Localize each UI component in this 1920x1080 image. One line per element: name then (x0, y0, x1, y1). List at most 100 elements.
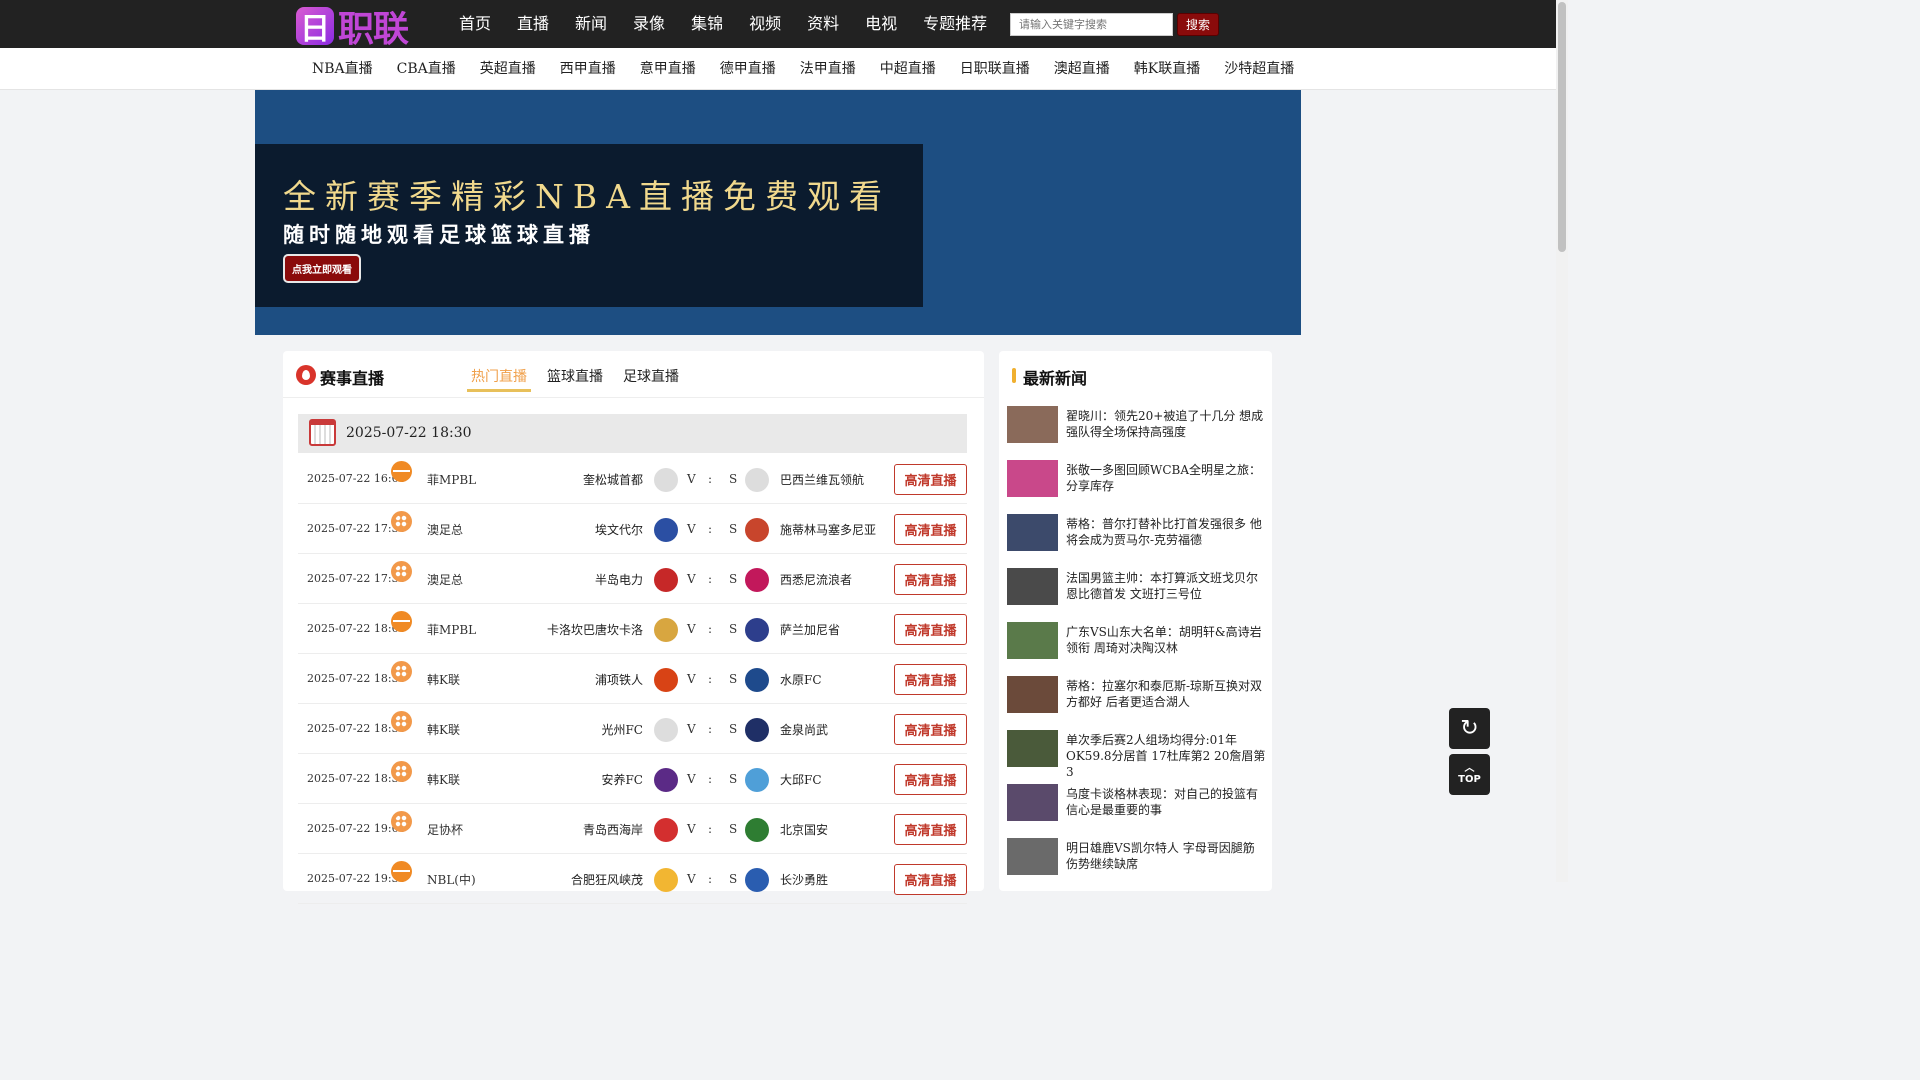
news-thumbnail[interactable] (1007, 730, 1058, 767)
match-league[interactable]: 菲MPBL (427, 621, 476, 638)
away-team[interactable]: 巴西兰维瓦领航 (780, 471, 864, 488)
hd-live-button[interactable]: 高清直播 (894, 464, 967, 495)
home-team[interactable]: 光州FC (601, 721, 643, 738)
site-logo[interactable]: 日 职联 (296, 4, 438, 50)
news-thumbnail[interactable] (1007, 784, 1058, 821)
hd-live-button[interactable]: 高清直播 (894, 864, 967, 895)
away-team[interactable]: 长沙勇胜 (780, 871, 828, 888)
news-item[interactable]: 广东VS山东大名单：胡明轩&高诗岩领衔 周琦对决陶汉林 (999, 621, 1272, 675)
match-league[interactable]: 足协杯 (427, 821, 463, 838)
hd-live-button[interactable]: 高清直播 (894, 664, 967, 695)
versus-label: V (687, 722, 696, 736)
news-headline[interactable]: 法国男篮主帅：本打算派文班戈贝尔恩比德首发 文班打三号位 (1066, 570, 1266, 602)
news-headline[interactable]: 单次季后赛2人组场均得分:01年OK59.8分居首 17杜库第2 20詹眉第3 (1066, 732, 1266, 780)
news-headline[interactable]: 蒂格：普尔打替补比打首发强很多 他将会成为贾马尔-克劳福德 (1066, 516, 1266, 548)
hd-live-button[interactable]: 高清直播 (894, 714, 967, 745)
league-seriea[interactable]: 意甲直播 (628, 48, 708, 90)
nav-special[interactable]: 专题推荐 (910, 0, 1000, 48)
hd-live-button[interactable]: 高清直播 (894, 564, 967, 595)
home-team[interactable]: 半岛电力 (595, 571, 643, 588)
away-team[interactable]: 金泉尚武 (780, 721, 828, 738)
nav-highlights[interactable]: 集锦 (678, 0, 736, 48)
match-league[interactable]: NBL(中) (427, 871, 476, 888)
news-headline[interactable]: 张敬一多图回顾WCBA全明星之旅：分享库存 (1066, 462, 1266, 494)
news-headline[interactable]: 翟晓川：领先20+被追了十几分 想成强队得全场保持高强度 (1066, 408, 1266, 440)
home-team[interactable]: 埃文代尔 (595, 521, 643, 538)
match-row: 2025-07-22 18:30 韩K联 安养FC V: S 大邱FC 高清直播 (298, 754, 967, 804)
home-team[interactable]: 奎松城首都 (583, 471, 643, 488)
news-item[interactable]: 蒂格：普尔打替补比打首发强很多 他将会成为贾马尔-克劳福德 (999, 513, 1272, 567)
scrollbar-thumb[interactable] (1558, 2, 1566, 252)
tab-basketball[interactable]: 篮球直播 (543, 363, 607, 392)
match-league[interactable]: 澳足总 (427, 521, 463, 538)
news-thumbnail[interactable] (1007, 676, 1058, 713)
tab-football[interactable]: 足球直播 (619, 363, 683, 392)
match-league[interactable]: 韩K联 (427, 671, 460, 688)
away-team[interactable]: 萨兰加尼省 (780, 621, 840, 638)
away-team[interactable]: 北京国安 (780, 821, 828, 838)
match-league[interactable]: 菲MPBL (427, 471, 476, 488)
news-item[interactable]: 乌度卡谈格林表现：对自己的投篮有信心是最重要的事 (999, 783, 1272, 837)
home-team[interactable]: 青岛西海岸 (583, 821, 643, 838)
news-headline[interactable]: 广东VS山东大名单：胡明轩&高诗岩领衔 周琦对决陶汉林 (1066, 624, 1266, 656)
home-team[interactable]: 卡洛坎巴唐坎卡洛 (547, 621, 643, 638)
search-button[interactable]: 搜索 (1177, 13, 1219, 36)
scrollbar[interactable] (1556, 0, 1568, 882)
away-team[interactable]: 大邱FC (780, 771, 822, 788)
home-team[interactable]: 合肥狂风峡茂 (571, 871, 643, 888)
nav-home[interactable]: 首页 (446, 0, 504, 48)
hd-live-button[interactable]: 高清直播 (894, 514, 967, 545)
league-ligue1[interactable]: 法甲直播 (788, 48, 868, 90)
news-item[interactable]: 张敬一多图回顾WCBA全明星之旅：分享库存 (999, 459, 1272, 513)
back-to-top-button[interactable]: ︿ TOP (1449, 754, 1490, 795)
news-item[interactable]: 单次季后赛2人组场均得分:01年OK59.8分居首 17杜库第2 20詹眉第3 (999, 729, 1272, 783)
versus-label: V (687, 522, 696, 536)
search-input[interactable] (1010, 13, 1173, 36)
league-saudi[interactable]: 沙特超直播 (1212, 48, 1306, 90)
league-laliga[interactable]: 西甲直播 (548, 48, 628, 90)
league-epl[interactable]: 英超直播 (468, 48, 548, 90)
nav-tv[interactable]: 电视 (852, 0, 910, 48)
league-bundesliga[interactable]: 德甲直播 (708, 48, 788, 90)
news-item[interactable]: 蒂格：拉塞尔和泰厄斯-琼斯互换对双方都好 后者更适合湖人 (999, 675, 1272, 729)
league-csl[interactable]: 中超直播 (868, 48, 948, 90)
news-thumbnail[interactable] (1007, 622, 1058, 659)
league-jleague[interactable]: 日职联直播 (948, 48, 1042, 90)
hd-live-button[interactable]: 高清直播 (894, 764, 967, 795)
hd-live-button[interactable]: 高清直播 (894, 614, 967, 645)
news-headline[interactable]: 乌度卡谈格林表现：对自己的投篮有信心是最重要的事 (1066, 786, 1266, 818)
news-item[interactable]: 明日雄鹿VS凯尔特人 字母哥因腿筋伤势继续缺席 (999, 837, 1272, 891)
hero-banner[interactable]: 全新赛季精彩NBA直播免费观看 随时随地观看足球篮球直播 点我立即观看 (255, 90, 1301, 335)
score-separator: : (708, 872, 713, 886)
hd-live-button[interactable]: 高清直播 (894, 814, 967, 845)
nav-live[interactable]: 直播 (504, 0, 562, 48)
match-league[interactable]: 韩K联 (427, 721, 460, 738)
nav-data[interactable]: 资料 (794, 0, 852, 48)
news-thumbnail[interactable] (1007, 514, 1058, 551)
home-team[interactable]: 浦项铁人 (595, 671, 643, 688)
nav-news[interactable]: 新闻 (562, 0, 620, 48)
league-cba[interactable]: CBA直播 (385, 48, 468, 90)
league-aleague[interactable]: 澳超直播 (1042, 48, 1122, 90)
away-team[interactable]: 水原FC (780, 671, 822, 688)
tab-hot[interactable]: 热门直播 (467, 363, 531, 392)
refresh-button[interactable]: ↻ (1449, 708, 1490, 749)
nav-video[interactable]: 视频 (736, 0, 794, 48)
news-headline[interactable]: 明日雄鹿VS凯尔特人 字母哥因腿筋伤势继续缺席 (1066, 840, 1266, 872)
league-nba[interactable]: NBA直播 (300, 48, 385, 90)
league-kleague[interactable]: 韩K联直播 (1122, 48, 1212, 90)
news-item[interactable]: 翟晓川：领先20+被追了十几分 想成强队得全场保持高强度 (999, 405, 1272, 459)
news-item[interactable]: 法国男篮主帅：本打算派文班戈贝尔恩比德首发 文班打三号位 (999, 567, 1272, 621)
home-team[interactable]: 安养FC (601, 771, 643, 788)
away-team[interactable]: 西悉尼流浪者 (780, 571, 852, 588)
news-thumbnail[interactable] (1007, 568, 1058, 605)
nav-replay[interactable]: 录像 (620, 0, 678, 48)
watch-now-button[interactable]: 点我立即观看 (283, 254, 361, 283)
news-thumbnail[interactable] (1007, 838, 1058, 875)
away-team[interactable]: 施蒂林马塞多尼亚 (780, 521, 876, 538)
news-headline[interactable]: 蒂格：拉塞尔和泰厄斯-琼斯互换对双方都好 后者更适合湖人 (1066, 678, 1266, 710)
news-thumbnail[interactable] (1007, 406, 1058, 443)
match-league[interactable]: 韩K联 (427, 771, 460, 788)
match-league[interactable]: 澳足总 (427, 571, 463, 588)
news-thumbnail[interactable] (1007, 460, 1058, 497)
